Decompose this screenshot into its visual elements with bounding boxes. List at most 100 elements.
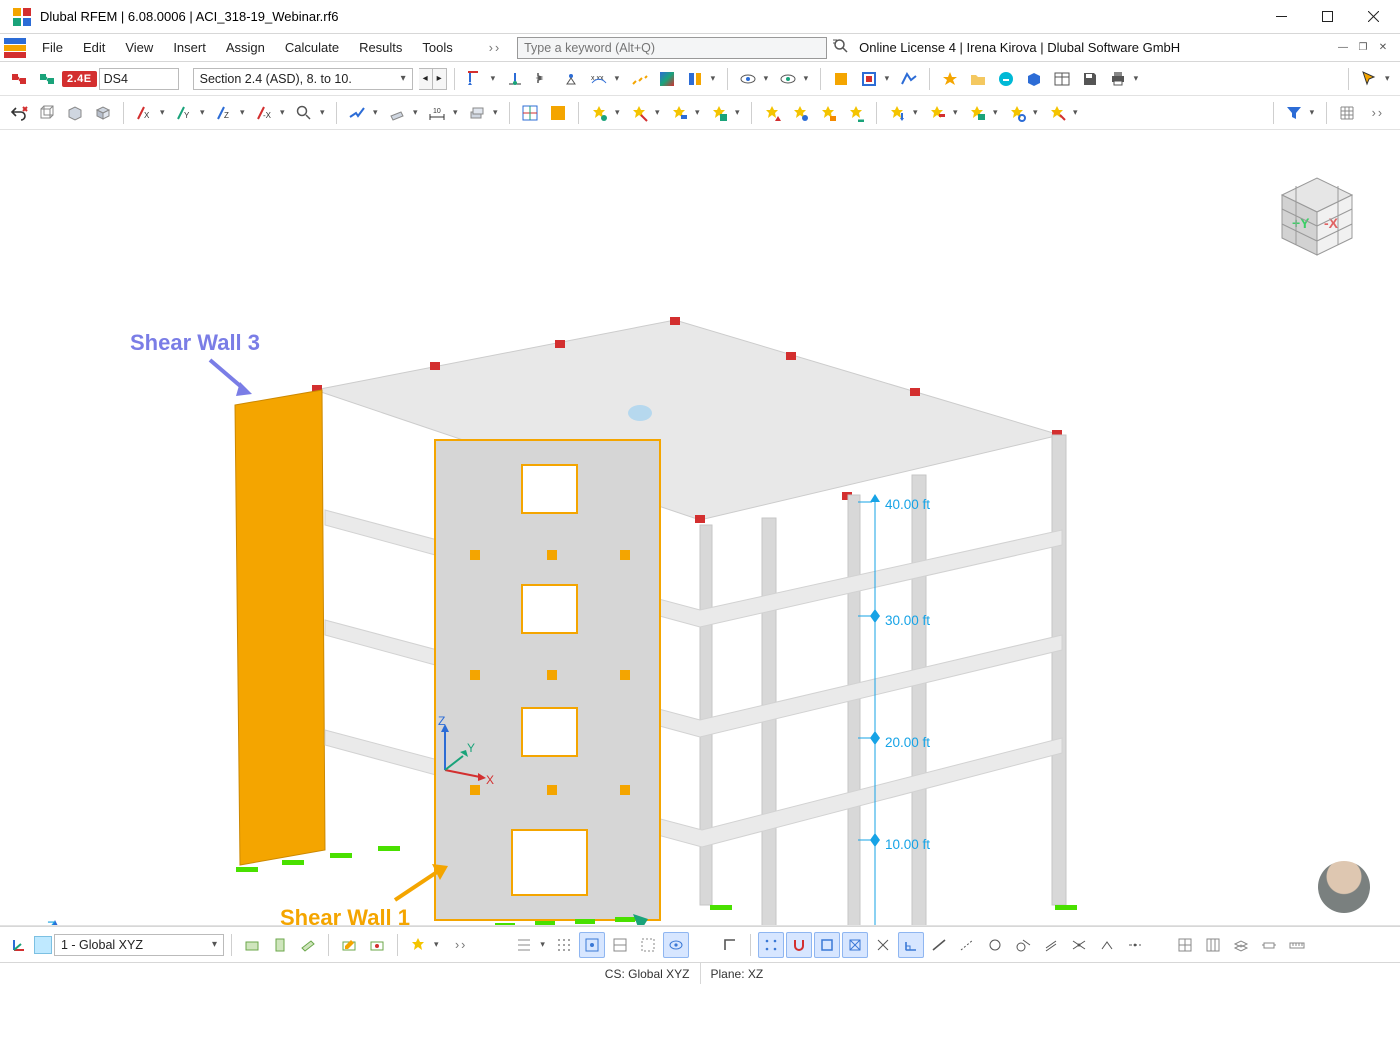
osnap-int-icon[interactable] (1066, 932, 1092, 958)
loads-toggle-icon[interactable] (462, 66, 488, 92)
axis-neg-x-icon[interactable]: -X (251, 100, 277, 126)
results-xx-dd[interactable]: ▾ (614, 73, 624, 84)
solid-cube-icon[interactable] (62, 100, 88, 126)
section-next-button[interactable]: ▸ (433, 68, 447, 90)
mdi-minimize-icon[interactable]: — (1334, 39, 1352, 57)
section-combo[interactable]: Section 2.4 (ASD), 8. to 10.▾ (193, 68, 413, 90)
window-minimize-button[interactable] (1258, 0, 1304, 34)
link-green-icon[interactable] (34, 66, 60, 92)
osnap-end-icon[interactable] (814, 932, 840, 958)
bb-ruler-icon[interactable] (1284, 932, 1310, 958)
results-arrows-icon[interactable] (626, 66, 652, 92)
osnap-grid-icon[interactable] (758, 932, 784, 958)
workplane2-icon[interactable] (267, 932, 293, 958)
render2-dd[interactable]: ▾ (884, 73, 894, 84)
osnap-magnet-icon[interactable] (786, 932, 812, 958)
osnap-perp-icon[interactable] (898, 932, 924, 958)
new-load2-icon[interactable] (924, 100, 950, 126)
snap-grid2-icon[interactable] (551, 932, 577, 958)
search-icon[interactable] (833, 38, 849, 57)
bb-grid1-icon[interactable] (1172, 932, 1198, 958)
new-support1-icon[interactable] (759, 100, 785, 126)
undo-icon[interactable] (6, 100, 32, 126)
new-node-icon[interactable] (586, 100, 612, 126)
ortho-icon[interactable] (717, 932, 743, 958)
snap-on-icon[interactable] (579, 932, 605, 958)
eye2-dd[interactable]: ▾ (803, 73, 813, 84)
osnap-parallel-icon[interactable] (1038, 932, 1064, 958)
snap-select-icon[interactable] (635, 932, 661, 958)
mesh2-icon[interactable] (545, 100, 571, 126)
member-icon[interactable] (344, 100, 370, 126)
menu-calculate[interactable]: Calculate (275, 36, 349, 59)
menu-assign[interactable]: Assign (216, 36, 275, 59)
mesh1-icon[interactable] (517, 100, 543, 126)
persp-cube-icon[interactable] (90, 100, 116, 126)
new-surface-icon[interactable] (706, 100, 732, 126)
snap-eye-icon[interactable] (663, 932, 689, 958)
cs-combo[interactable]: 1 - Global XYZ▾ (54, 934, 224, 956)
toolbar2-overflow[interactable]: ›› (1362, 102, 1394, 124)
axis-z-icon[interactable]: Z (211, 100, 237, 126)
menu-view[interactable]: View (115, 36, 163, 59)
cursor-select-icon[interactable] (1356, 66, 1382, 92)
bb-grid2-icon[interactable] (1200, 932, 1226, 958)
loads-dd[interactable]: ▾ (490, 73, 500, 84)
cursor-select-dd[interactable]: ▾ (1384, 73, 1394, 84)
menu-tools[interactable]: Tools (412, 36, 462, 59)
box-icon[interactable] (1021, 66, 1047, 92)
support-icon[interactable] (502, 66, 528, 92)
new-line-icon[interactable] (626, 100, 652, 126)
sections-dd[interactable]: ▾ (710, 73, 720, 84)
link-red-icon[interactable] (6, 66, 32, 92)
grid-icon[interactable] (1334, 100, 1360, 126)
mdi-close-icon[interactable]: ✕ (1374, 39, 1392, 57)
snap-grid1-icon[interactable] (511, 932, 537, 958)
osnap-guide-icon[interactable] (1122, 932, 1148, 958)
folder-open-icon[interactable] (965, 66, 991, 92)
sections-icon[interactable] (682, 66, 708, 92)
eye1-icon[interactable] (735, 66, 761, 92)
render1-icon[interactable] (828, 66, 854, 92)
bb-layers-icon[interactable] (1228, 932, 1254, 958)
print-icon[interactable] (1105, 66, 1131, 92)
spring-icon[interactable] (530, 66, 556, 92)
star1-icon[interactable] (937, 66, 963, 92)
navigation-cube[interactable]: +Y -X (1262, 160, 1372, 273)
table-icon[interactable] (1049, 66, 1075, 92)
new-support4-icon[interactable] (843, 100, 869, 126)
cloud-icon[interactable] (993, 66, 1019, 92)
model-viewport[interactable]: Z Y X Z Y X Shear Wall 3 Shear Wall 1 Sh… (0, 130, 1400, 926)
new-load4-icon[interactable] (1004, 100, 1030, 126)
axis-x-icon[interactable]: X (131, 100, 157, 126)
osnap-join-icon[interactable] (1094, 932, 1120, 958)
bb-snap-icon[interactable] (1256, 932, 1282, 958)
osnap-tangent-icon[interactable] (1010, 932, 1036, 958)
menu-file[interactable]: File (32, 36, 73, 59)
bottombar-overflow1[interactable]: ›› (445, 934, 477, 956)
zoom-icon[interactable] (291, 100, 317, 126)
color-scale-icon[interactable] (654, 66, 680, 92)
results-xx-icon[interactable]: x.xx (586, 66, 612, 92)
window-close-button[interactable] (1350, 0, 1396, 34)
render2-icon[interactable] (856, 66, 882, 92)
wire-cube-icon[interactable] (34, 100, 60, 126)
osnap-circle-icon[interactable] (982, 932, 1008, 958)
cs-icon[interactable] (6, 932, 32, 958)
workplane3-icon[interactable] (295, 932, 321, 958)
workplane1-icon[interactable] (239, 932, 265, 958)
workplane-origin-icon[interactable] (364, 932, 390, 958)
osnap-diag-icon[interactable] (842, 932, 868, 958)
extrude-icon[interactable] (464, 100, 490, 126)
ds-combo[interactable]: DS4 (99, 68, 179, 90)
new-support2-icon[interactable] (787, 100, 813, 126)
eye1-dd[interactable]: ▾ (763, 73, 773, 84)
menu-insert[interactable]: Insert (163, 36, 216, 59)
new-load3-icon[interactable] (964, 100, 990, 126)
new-load5-icon[interactable] (1044, 100, 1070, 126)
keyword-search[interactable] (517, 37, 827, 59)
print-dd[interactable]: ▾ (1133, 73, 1143, 84)
axis-y-icon[interactable]: Y (171, 100, 197, 126)
section-prev-button[interactable]: ◂ (419, 68, 433, 90)
render3-icon[interactable] (896, 66, 922, 92)
